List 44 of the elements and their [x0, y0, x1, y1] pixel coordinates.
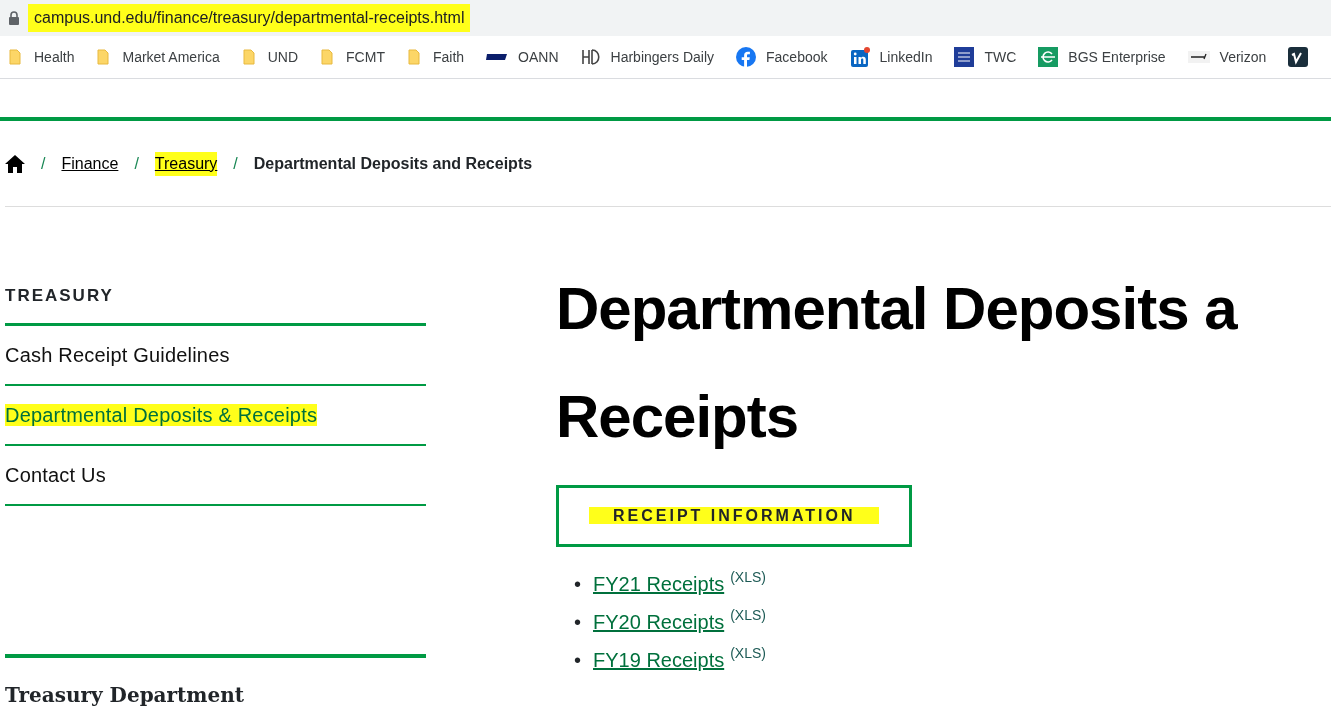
bookmark-link[interactable]: Facebook: [766, 46, 828, 68]
vimeo-icon: [1288, 47, 1309, 67]
bookmark-link[interactable]: BGS Enterprise: [1068, 46, 1166, 68]
separator-slash: /: [41, 153, 46, 174]
breadcrumb-link[interactable]: Treasury: [154, 151, 218, 176]
breadcrumb-link[interactable]: Finance: [61, 151, 119, 176]
sidebar-link[interactable]: Cash Receipt Guidelines: [5, 322, 426, 384]
bookmark-link[interactable]: Faith: [432, 46, 465, 68]
facebook-icon: [736, 47, 756, 67]
linkedin-icon: [849, 47, 870, 67]
file-format-label: (XLS): [730, 606, 766, 625]
file-format-label: (XLS): [730, 644, 766, 663]
file-link[interactable]: FY21 Receipts: [593, 569, 725, 599]
sidebar-link[interactable]: Contact Us: [5, 443, 426, 504]
page-heading: Departmental Deposits a Receipts: [556, 274, 1237, 452]
lock-icon: [8, 11, 20, 25]
bookmark-link[interactable]: UND: [267, 46, 299, 68]
separator-slash: /: [233, 153, 238, 174]
folder-icon: [241, 48, 258, 66]
bookmark-link[interactable]: OANN: [518, 46, 559, 68]
bookmark-link[interactable]: Health: [34, 46, 75, 68]
hd-logo-icon: [580, 48, 601, 66]
bookmark-link[interactable]: LinkedIn: [879, 46, 933, 68]
separator-slash: /: [134, 153, 139, 174]
bullet-mark: •: [574, 572, 581, 597]
sidebar-heading: Treasury Department: [5, 653, 426, 707]
file-link[interactable]: FY20 Receipts: [593, 607, 725, 637]
address-bar[interactable]: campus.und.edu/finance/treasury/departmental-receipts.html: [28, 4, 471, 32]
sidebar-title: TREASURY: [5, 285, 115, 307]
section-button[interactable]: RECEIPT INFORMATION: [556, 485, 913, 547]
bullet-mark: •: [574, 610, 581, 635]
folder-icon: [8, 48, 24, 66]
bookmark-link[interactable]: FCMT: [346, 46, 385, 68]
sidebar-link[interactable]: Departmental Deposits & Receipts: [5, 383, 426, 444]
bookmark-link[interactable]: Market America: [122, 46, 220, 68]
bookmark-link[interactable]: TWC: [984, 46, 1017, 68]
home-icon: [5, 154, 25, 173]
folder-icon: [406, 48, 423, 66]
bookmark-link[interactable]: Verizon: [1219, 46, 1267, 68]
breadcrumb-current: Departmental Deposits and Receipts: [253, 153, 533, 174]
bookmark-link[interactable]: Harbingers Daily: [610, 46, 714, 68]
file-link[interactable]: FY19 Receipts: [593, 645, 725, 675]
file-format-label: (XLS): [730, 568, 766, 587]
bullet-mark: •: [574, 648, 581, 673]
